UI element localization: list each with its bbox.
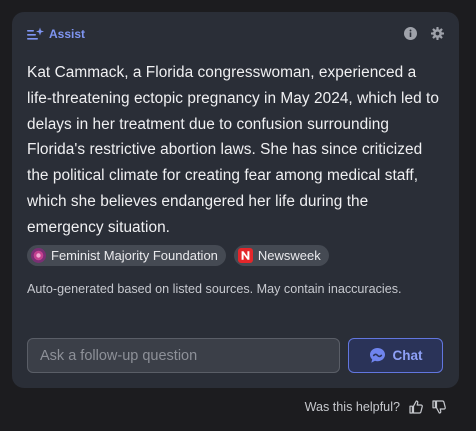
source-chip-newsweek[interactable]: Newsweek <box>233 245 329 266</box>
source-label: Newsweek <box>257 248 321 263</box>
feedback-question: Was this helpful? <box>304 400 400 414</box>
sparkle-list-icon <box>27 27 44 40</box>
summary-text: Kat Cammack, a Florida congresswoman, ex… <box>27 64 439 236</box>
assist-header: Assist <box>27 27 85 41</box>
chat-button-label: Chat <box>392 348 423 363</box>
disclaimer-text: Auto-generated based on listed sources. … <box>27 282 402 296</box>
header-actions <box>404 27 444 40</box>
feminist-majority-logo-icon <box>31 248 46 263</box>
follow-up-input[interactable] <box>27 338 340 373</box>
gear-icon[interactable] <box>431 27 444 40</box>
assist-panel: Assist Kat Cammack, a Florida congresswo… <box>12 12 459 388</box>
thumbs-up-icon[interactable] <box>409 400 423 414</box>
assist-title: Assist <box>49 27 86 41</box>
source-list: Feminist Majority Foundation Newsweek <box>27 245 329 266</box>
info-icon[interactable] <box>404 27 417 40</box>
chat-bubble-icon <box>369 348 385 363</box>
chat-button[interactable]: Chat <box>348 338 443 373</box>
feedback-bar: Was this helpful? <box>305 400 446 414</box>
source-chip-feminist-majority[interactable]: Feminist Majority Foundation <box>27 245 226 266</box>
newsweek-logo-icon <box>237 248 253 263</box>
thumbs-down-icon[interactable] <box>432 400 446 414</box>
source-label: Feminist Majority Foundation <box>51 248 218 263</box>
